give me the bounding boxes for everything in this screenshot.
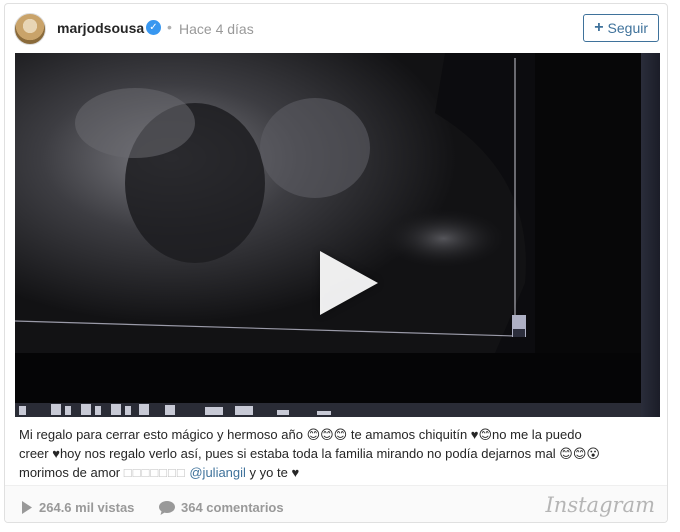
follow-button-label: Seguir <box>607 20 648 36</box>
verified-badge-icon: ✓ <box>146 20 161 35</box>
post-footer: 264.6 mil vistas 364 comentarios Instagr… <box>5 485 667 522</box>
play-count-icon <box>22 501 32 514</box>
views-label: 264.6 mil vistas <box>39 500 135 515</box>
post-timestamp[interactable]: Hace 4 días <box>179 21 254 37</box>
separator-dot: • <box>167 19 172 35</box>
caption-line-2: creer ♥hoy nos regalo verlo así, pues si… <box>19 446 600 461</box>
caption-line-3: morimos de amor □□□□□□□ @juliangil y yo … <box>19 463 655 482</box>
username-link[interactable]: marjodsousa <box>57 20 144 36</box>
plus-icon: + <box>594 19 604 36</box>
caption-tail: y yo te ♥ <box>249 465 300 480</box>
user-avatar[interactable] <box>14 13 46 45</box>
comments-count[interactable]: 364 comentarios <box>159 500 284 515</box>
ultrasound-video-frame <box>15 53 660 417</box>
play-icon[interactable] <box>320 251 378 315</box>
post-caption: Mi regalo para cerrar esto mágico y herm… <box>19 425 655 482</box>
caption-unrendered-glyphs: □□□□□□□ <box>123 465 186 480</box>
comments-label: 364 comentarios <box>181 500 284 515</box>
mention-link[interactable]: @juliangil <box>189 465 246 480</box>
post-header: marjodsousa ✓ • Hace 4 días + Seguir <box>5 4 667 52</box>
instagram-logo[interactable]: Instagram <box>546 493 655 517</box>
views-count: 264.6 mil vistas <box>21 500 134 515</box>
caption-line-1: Mi regalo para cerrar esto mágico y herm… <box>19 427 582 442</box>
follow-button[interactable]: + Seguir <box>583 14 659 42</box>
comment-bubble-icon <box>159 500 175 515</box>
video-player[interactable] <box>15 53 660 417</box>
caption-text: morimos de amor <box>19 465 121 480</box>
instagram-post-card: marjodsousa ✓ • Hace 4 días + Seguir Mi … <box>4 3 668 523</box>
